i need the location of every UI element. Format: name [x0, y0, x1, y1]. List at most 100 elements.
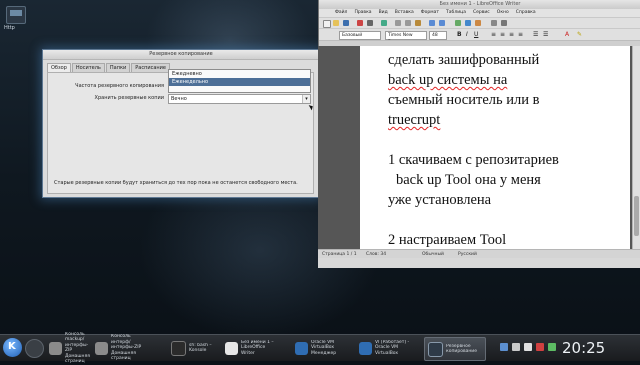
align-center-icon[interactable]: ≡	[500, 31, 505, 38]
doc-line: back up Tool она у меня	[396, 172, 541, 188]
taskbar: Консоль mackup/интерфы-ZIP Домашняя стра…	[0, 332, 640, 364]
keep-label: Хранить резервные копии	[94, 95, 164, 101]
task-virtualbox-vm[interactable]: VI [Работает] - Oracle VM VirtualBox	[356, 337, 416, 359]
backup-icon	[428, 341, 443, 357]
italic-icon[interactable]: I	[466, 31, 468, 38]
tab-media[interactable]: Носитель	[71, 63, 105, 72]
task-label: sh: bash – Konsole	[189, 342, 212, 354]
clock[interactable]: 20:25	[562, 339, 605, 357]
menu-format[interactable]: Формат	[421, 9, 439, 17]
backup-tabs: Обзор Носитель Папки Расписание	[47, 63, 171, 72]
menu-edit[interactable]: Правка	[354, 9, 371, 17]
underline-icon[interactable]: U	[474, 31, 478, 38]
cut-icon[interactable]	[395, 20, 401, 26]
redo-icon[interactable]	[439, 20, 445, 26]
doc-line-misspelled: truecrupt	[388, 112, 441, 128]
menu-table[interactable]: Таблица	[446, 9, 466, 17]
zoom-icon[interactable]	[501, 20, 507, 26]
desktop-icon-label: Http	[4, 25, 15, 31]
tab-folders[interactable]: Папки	[105, 63, 131, 72]
desktop-folder-icon[interactable]	[6, 6, 26, 24]
backup-footer-note: Старые резервные копии будут храниться д…	[54, 180, 298, 186]
doc-line: съемный носитель или в	[388, 92, 540, 108]
formatting-toolbar: Базовый Times New Roman 48 B I U ≡ ≡ ≡ ≡…	[319, 28, 640, 45]
highlight-icon[interactable]: ✎	[577, 31, 582, 38]
menu-help[interactable]: Справка	[516, 9, 536, 17]
vertical-scrollbar[interactable]	[632, 46, 640, 251]
writer-menubar: Файл Правка Вид Вставка Формат Таблица С…	[319, 9, 640, 17]
tab-overview[interactable]: Обзор	[47, 63, 71, 72]
navigator-icon[interactable]	[491, 20, 497, 26]
table-icon[interactable]	[455, 20, 461, 26]
schedule-panel: Частота резервного копирования Хранить р…	[47, 69, 315, 194]
writer-title: Без имени 1 - LibreOffice Writer	[319, 0, 640, 9]
align-justify-icon[interactable]: ≡	[518, 31, 523, 38]
document-area: сделать зашифрованный back up системы на…	[318, 46, 632, 251]
doc-line: уже установлена	[388, 192, 492, 208]
doc-line: 1 скачиваем с репозитариев	[388, 152, 559, 168]
scrollbar-thumb[interactable]	[634, 196, 639, 236]
keep-select-value: Вечно	[171, 96, 187, 102]
device-notifier-icon[interactable]	[500, 343, 508, 351]
pdf-export-icon[interactable]	[357, 20, 363, 26]
menu-tools[interactable]: Сервис	[473, 9, 490, 17]
task-label: Без имени 1 – LibreOffice Writer	[241, 339, 274, 356]
kde-menu-icon[interactable]	[3, 338, 22, 357]
image-icon[interactable]	[465, 20, 471, 26]
frequency-option-daily[interactable]: Ежедневно	[169, 70, 310, 78]
align-left-icon[interactable]: ≡	[491, 31, 496, 38]
volume-icon[interactable]	[524, 343, 532, 351]
frequency-dropdown-list: Ежедневно Еженедельно	[168, 69, 311, 93]
task-label: VI [Работает] - Oracle VM VirtualBox	[375, 339, 410, 356]
font-size-select[interactable]: 48	[429, 31, 447, 40]
copy-icon[interactable]	[405, 20, 411, 26]
doc-line: back up системы на	[388, 72, 507, 88]
task-virtualbox-manager[interactable]: Oracle VM VirtualBox Менеджер	[292, 337, 352, 359]
task-console-1[interactable]: Консоль mackup/интерфы-ZIP Домашняя стра…	[46, 332, 90, 364]
backup-dialog-title: Резервное копирование	[43, 50, 319, 60]
doc-line: truecrupt	[388, 112, 440, 128]
tab-schedule[interactable]: Расписание	[131, 63, 171, 72]
paste-icon[interactable]	[415, 20, 421, 26]
document-page[interactable]: сделать зашифрованный back up системы на…	[360, 46, 630, 251]
font-name-select[interactable]: Times New Roman	[385, 31, 427, 45]
terminal-icon	[95, 341, 108, 355]
standard-toolbar	[319, 17, 640, 28]
battery-icon[interactable]	[548, 343, 556, 351]
bullets-icon[interactable]: ☰	[543, 31, 548, 38]
chart-icon[interactable]	[475, 20, 481, 26]
task-label: Oracle VM VirtualBox Менеджер	[311, 339, 337, 356]
menu-window[interactable]: Окно	[497, 9, 509, 17]
menu-file[interactable]: Файл	[335, 9, 347, 17]
paragraph-style-select[interactable]: Базовый	[339, 31, 381, 40]
font-color-icon[interactable]: A	[565, 31, 569, 38]
spellcheck-icon[interactable]	[381, 20, 387, 26]
print-icon[interactable]	[367, 20, 373, 26]
activity-icon[interactable]	[25, 339, 44, 358]
backup-dialog: Резервное копирование Обзор Носитель Пап…	[42, 49, 320, 198]
align-right-icon[interactable]: ≡	[509, 31, 514, 38]
task-konsole[interactable]: sh: bash – Konsole	[168, 337, 220, 359]
clipboard-icon[interactable]	[512, 343, 520, 351]
save-icon[interactable]	[343, 20, 349, 26]
undo-icon[interactable]	[429, 20, 435, 26]
keep-select[interactable]: Вечно ▾	[168, 94, 311, 104]
mouse-cursor-icon	[308, 103, 315, 111]
bold-icon[interactable]: B	[457, 31, 462, 38]
chevron-down-icon: ▾	[302, 95, 310, 103]
doc-line: сделать зашифрованный	[388, 52, 540, 68]
numbering-icon[interactable]: ☰	[533, 31, 538, 38]
task-backup[interactable]: Резервное копирование	[424, 337, 486, 361]
doc-line: 2 настраиваем Tool	[388, 232, 507, 248]
new-document-icon[interactable]	[323, 20, 331, 28]
flag-icon[interactable]	[536, 343, 544, 351]
frequency-option-weekly[interactable]: Еженедельно	[169, 78, 310, 86]
task-writer[interactable]: Без имени 1 – LibreOffice Writer	[222, 337, 278, 359]
doc-line-misspelled: back up системы на	[388, 72, 508, 88]
virtualbox-icon	[295, 341, 308, 355]
horizontal-scrollbar[interactable]	[318, 258, 640, 268]
open-icon[interactable]	[333, 20, 339, 26]
task-console-2[interactable]: Консоль интерф/интерфы-ZIP Домашняя стра…	[92, 334, 144, 361]
menu-view[interactable]: Вид	[379, 9, 388, 17]
menu-insert[interactable]: Вставка	[395, 9, 414, 17]
